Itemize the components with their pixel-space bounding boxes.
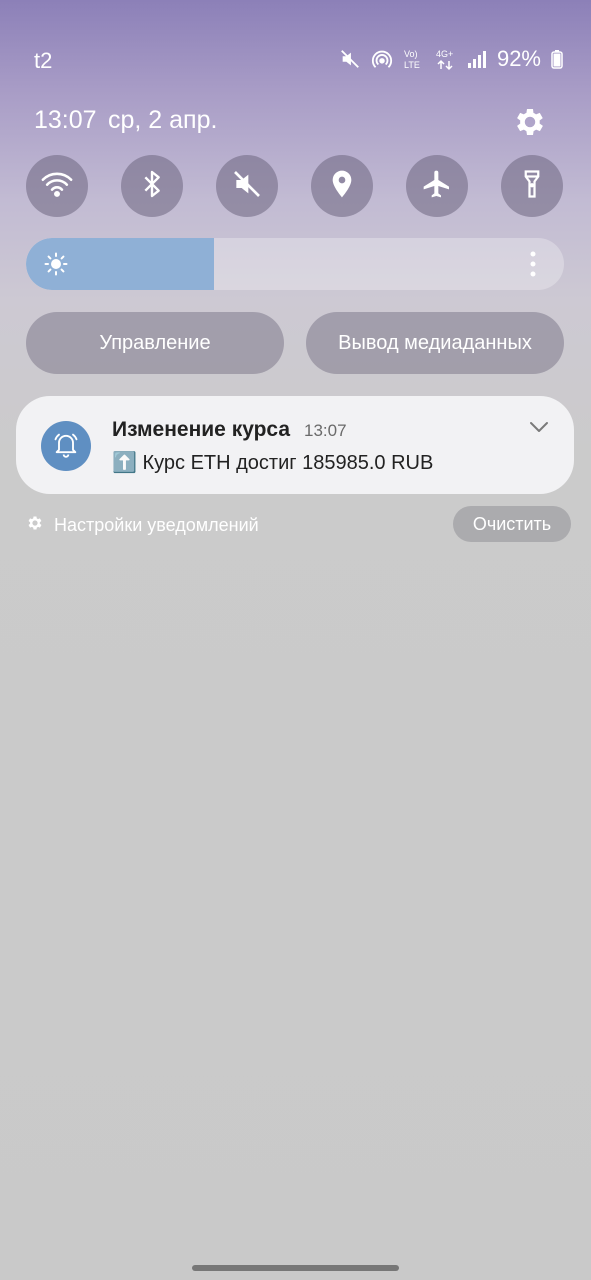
sound-toggle[interactable]: [216, 155, 278, 217]
location-icon: [326, 168, 358, 205]
svg-text:4G+: 4G+: [436, 49, 453, 59]
svg-text:LTE: LTE: [404, 60, 420, 70]
mute-icon: [231, 168, 263, 205]
device-control-button[interactable]: Управление: [26, 312, 284, 374]
bluetooth-toggle[interactable]: [121, 155, 183, 217]
brightness-more-icon[interactable]: [526, 250, 540, 278]
notification-card[interactable]: Изменение курса 13:07 ⬆️ Курс ETH достиг…: [16, 396, 574, 494]
airplane-mode-toggle[interactable]: [406, 155, 468, 217]
media-output-button[interactable]: Вывод медиаданных: [306, 312, 564, 374]
status-icons: Vo) LTE 4G+ 92%: [339, 46, 563, 72]
header-row: 13:07 ср, 2 апр.: [0, 100, 591, 144]
notification-time: 13:07: [304, 421, 347, 440]
notification-title: Изменение курса: [112, 418, 291, 441]
quick-toggles: [0, 155, 591, 217]
gear-icon[interactable]: [512, 104, 548, 140]
svg-text:Vo): Vo): [404, 49, 418, 59]
sun-icon: [44, 252, 68, 281]
notification-footer: Настройки уведомлений Очистить: [0, 506, 591, 544]
wifi-toggle[interactable]: [26, 155, 88, 217]
flashlight-icon: [517, 169, 547, 204]
volte-icon: Vo) LTE: [403, 47, 425, 71]
battery-icon: [551, 49, 563, 69]
wifi-icon: [40, 167, 74, 206]
status-bar: t2 Vo) LTE 4G+ 92%: [0, 40, 591, 80]
notification-settings-label: Настройки уведомлений: [54, 515, 259, 535]
notification-app-icon: [41, 421, 91, 471]
flashlight-toggle[interactable]: [501, 155, 563, 217]
location-toggle[interactable]: [311, 155, 373, 217]
brightness-slider[interactable]: [26, 238, 564, 290]
gear-icon: [26, 514, 44, 537]
clock-time: 13:07: [34, 106, 97, 134]
airplane-icon: [421, 168, 453, 205]
mute-icon: [339, 48, 361, 70]
bluetooth-icon: [136, 168, 168, 205]
carrier-name: t2: [34, 48, 53, 73]
clear-button[interactable]: Очистить: [453, 506, 571, 542]
clock-date[interactable]: ср, 2 апр.: [108, 106, 217, 135]
4g-icon: 4G+: [435, 47, 457, 71]
bell-icon: [52, 430, 80, 463]
battery-percent: 92%: [496, 46, 541, 71]
home-indicator[interactable]: [192, 1265, 399, 1271]
notification-settings-link[interactable]: Настройки уведомлений: [26, 514, 259, 537]
chevron-down-icon[interactable]: [528, 420, 550, 434]
signal-icon: [467, 49, 487, 69]
notification-text: ⬆️ Курс ETH достиг 185985.0 RUB: [112, 452, 434, 474]
hotspot-icon: [371, 48, 393, 70]
